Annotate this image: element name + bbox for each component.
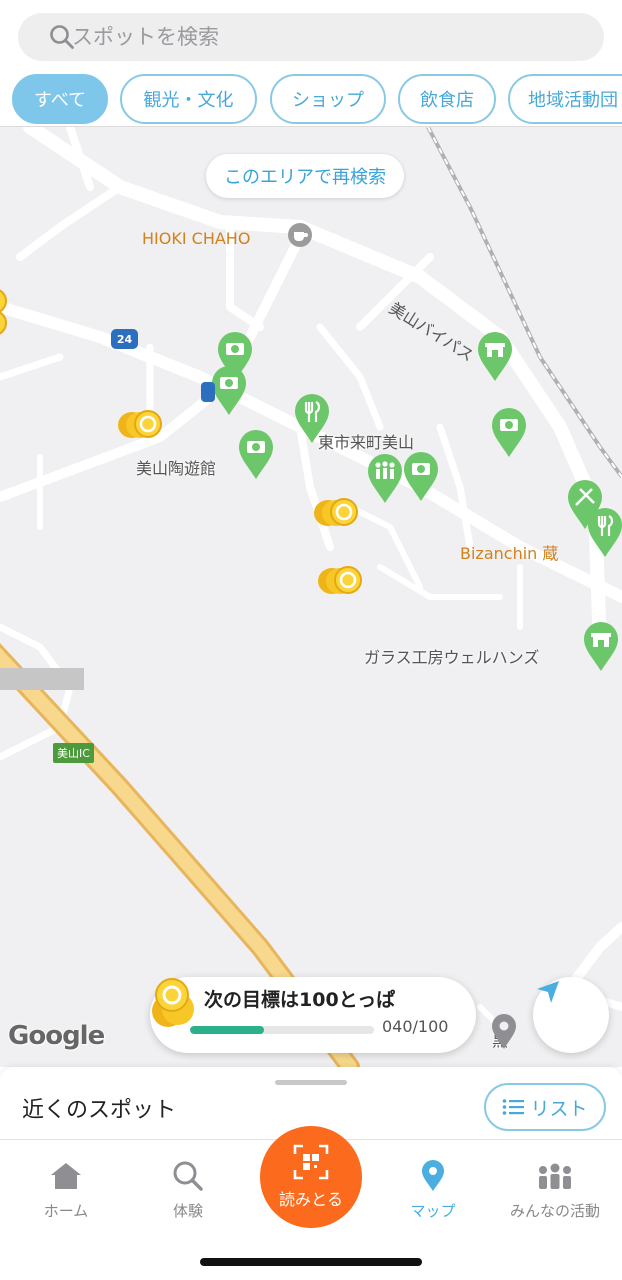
coin-stack-icon [152,978,194,1027]
tab-label: ホーム [43,1202,89,1220]
current-location-button[interactable] [533,977,609,1053]
map-pin-icon [492,1014,516,1049]
goal-progress-bar [190,1026,374,1034]
goal-progress-fill [190,1026,264,1034]
people-icon [539,1163,571,1189]
home-icon [51,1163,81,1189]
cafe-icon[interactable] [286,221,314,249]
search-bar[interactable] [18,13,604,61]
camera-pin-icon[interactable] [402,451,440,503]
poi-label-hioki-chaho[interactable]: HIOKI CHAHO [142,229,250,248]
search-icon [173,1161,203,1191]
sheet-title: 近くのスポット [22,1098,177,1123]
home-indicator [200,1258,422,1266]
coin-stack-icon[interactable] [0,287,12,337]
navigation-arrow-icon [537,981,559,1003]
search-icon [50,25,74,49]
scan-button[interactable]: 読みとる [260,1126,362,1228]
restaurant-pin-icon[interactable] [586,507,622,559]
goal-count: 040/100 [382,1017,449,1036]
tab-label: みんなの活動 [509,1202,600,1220]
coin-stack-icon[interactable] [116,407,164,441]
category-chip-sightseeing[interactable]: 観光・文化 [120,74,257,124]
tab-map[interactable]: マップ [378,1158,488,1221]
tab-activity[interactable]: みんなの活動 [500,1158,610,1221]
search-this-area-button[interactable]: このエリアで再検索 [206,154,404,198]
poi-label-toyuukan[interactable]: 美山陶遊館 [136,455,216,479]
list-button[interactable]: リスト [484,1083,606,1131]
area-label-higashi-ichiki: 東市来町美山 [318,433,415,452]
search-input[interactable] [18,25,604,49]
map-view[interactable]: このエリアで再検索 HIOKI CHAHO 美山バイパス 東市来町美山 美山陶遊… [0,127,622,1067]
scan-button-label: 読みとる [278,1190,343,1209]
list-button-label: リスト [530,1097,588,1120]
category-chip-shop[interactable]: ショップ [270,74,386,124]
goal-title: 次の目標は100とっぱ [204,989,396,1011]
tab-label: 体験 [172,1202,203,1220]
poi-label-glass-studio[interactable]: ガラス工房ウェルハンズ [364,644,539,668]
google-logo: Google [8,1021,105,1051]
poi-label-bizanchin[interactable]: Bizanchin 蔵 [460,540,558,564]
category-chip-restaurant[interactable]: 飲食店 [398,74,496,124]
coin-stack-icon[interactable] [312,495,360,529]
transit-marker-icon [201,382,215,402]
goal-progress-card[interactable]: 次の目標は100とっぱ 040/100 [150,977,476,1053]
map-pin-icon [422,1160,444,1191]
map-roads [0,127,622,1067]
category-chip-all[interactable]: すべて [12,74,108,124]
shop-pin-icon[interactable] [582,621,620,673]
interchange-label: 美山IC [53,743,94,763]
camera-pin-icon[interactable] [490,407,528,459]
bottom-tab-bar: ホーム 体験 読みとる マップ みんなの活動 [0,1126,622,1280]
shop-pin-icon[interactable] [476,331,514,383]
tab-label: マップ [410,1202,456,1220]
map-overlay-bar [0,668,84,690]
category-filter-bar: すべて 観光・文化 ショップ 飲食店 地域活動団 [0,74,622,126]
sheet-drag-handle[interactable] [275,1080,347,1085]
coin-stack-icon[interactable] [316,563,364,597]
list-icon [503,1099,525,1115]
route-shield: 24 [111,329,138,349]
qr-scan-icon [293,1144,329,1180]
tab-home[interactable]: ホーム [11,1158,121,1221]
category-chip-community[interactable]: 地域活動団 [508,74,622,124]
community-pin-icon[interactable] [366,453,404,505]
restaurant-pin-icon[interactable] [293,393,331,445]
camera-pin-icon[interactable] [237,429,275,481]
tab-experience[interactable]: 体験 [133,1158,243,1221]
